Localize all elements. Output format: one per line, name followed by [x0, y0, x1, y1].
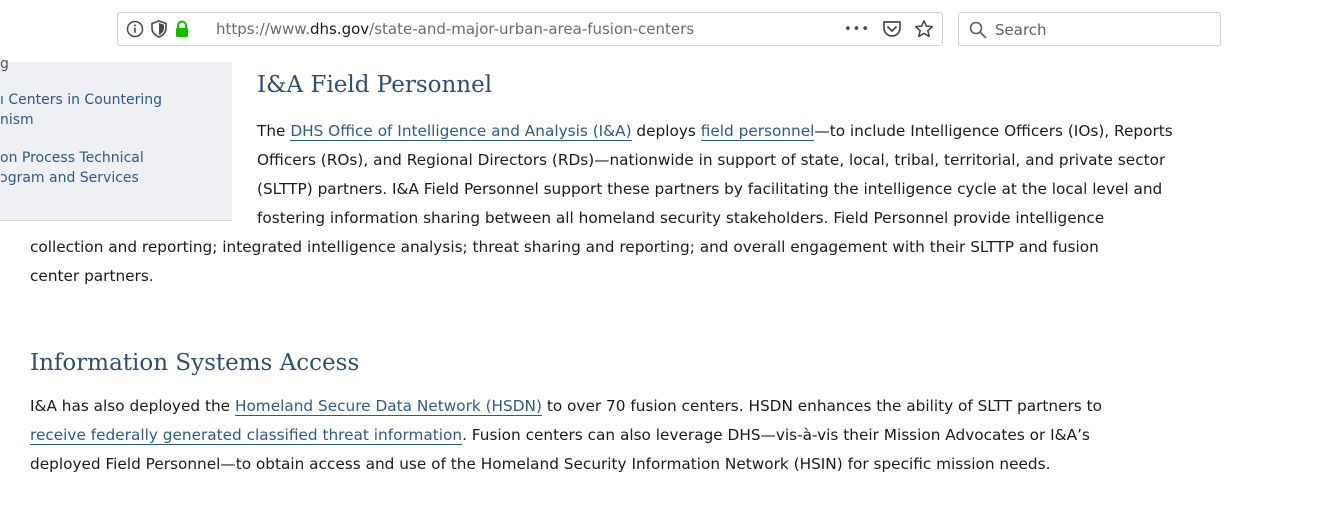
paragraph-line: fostering information sharing between al…: [257, 209, 1105, 227]
paragraph-line: collection and reporting; integrated int…: [30, 238, 1099, 256]
url-path: /state-and-major-urban-area-fusion-cente…: [369, 20, 695, 38]
sidebar-item-technical[interactable]: on Process Technical ɔgram and Services: [0, 148, 144, 188]
url-icons: [126, 19, 190, 39]
link-hsdn[interactable]: Homeland Secure Data Network (HSDN): [234, 397, 542, 416]
url-text[interactable]: https://www.dhs.gov/state-and-major-urba…: [216, 20, 694, 38]
text: The: [257, 122, 291, 140]
sidebar-item-line: ɔgram and Services: [0, 170, 139, 186]
secure-lock-icon[interactable]: [174, 20, 190, 38]
paragraph-line: deployed Field Personnel—to obtain acces…: [30, 455, 1051, 473]
sidebar-nav: g ı Centers in Countering nism on Proces…: [0, 56, 232, 221]
search-icon: [969, 21, 987, 43]
url-prefix: https://www.: [216, 20, 310, 38]
field-personnel-paragraph-bottom: collection and reporting; integrated int…: [30, 233, 1099, 291]
link-dhs-ia-office[interactable]: DHS Office of Intelligence and Analysis …: [290, 122, 632, 141]
paragraph-line: center partners.: [30, 267, 154, 285]
paragraph-line: I&A has also deployed the Homeland Secur…: [30, 392, 1102, 421]
page-actions-menu-icon[interactable]: •••: [844, 22, 870, 37]
information-systems-paragraph: I&A has also deployed the Homeland Secur…: [30, 392, 1102, 479]
sidebar-item-countering[interactable]: ı Centers in Countering nism: [0, 90, 162, 130]
section-title-information-systems: Information Systems Access: [30, 350, 360, 376]
link-classified-threat-information[interactable]: receive federally generated classified t…: [30, 426, 463, 445]
text: —to include Intelligence Officers (IOs),…: [814, 122, 1173, 140]
text: to over 70 fusion centers. HSDN enhances…: [541, 397, 1102, 415]
browser-toolbar: https://www.dhs.gov/state-and-major-urba…: [0, 0, 1327, 62]
text: . Fusion centers can also leverage DHS—v…: [462, 426, 1090, 444]
section-title-field-personnel: I&A Field Personnel: [257, 72, 493, 98]
bookmark-star-icon[interactable]: [914, 19, 934, 39]
pocket-icon[interactable]: [882, 20, 902, 38]
sidebar-top-fragment: g: [0, 56, 9, 72]
field-personnel-paragraph-top: The DHS Office of Intelligence and Analy…: [257, 117, 1173, 233]
search-bar[interactable]: Search: [958, 12, 1221, 46]
sidebar-item-line: ı Centers in Countering: [0, 92, 163, 108]
paragraph-line: The DHS Office of Intelligence and Analy…: [257, 117, 1173, 146]
info-icon[interactable]: [126, 20, 144, 38]
paragraph-line: (SLTTP) partners. I&A Field Personnel su…: [257, 180, 1163, 198]
text: deploys: [631, 122, 701, 140]
tracking-shield-icon[interactable]: [151, 20, 167, 38]
link-field-personnel[interactable]: field personnel: [700, 122, 815, 141]
url-domain: dhs.gov: [309, 20, 370, 38]
sidebar-item-line: on Process Technical: [0, 150, 144, 166]
paragraph-line: Officers (ROs), and Regional Directors (…: [257, 151, 1166, 169]
text: I&A has also deployed the: [30, 397, 235, 415]
search-placeholder: Search: [995, 21, 1047, 39]
url-actions: •••: [844, 18, 934, 40]
address-bar[interactable]: https://www.dhs.gov/state-and-major-urba…: [117, 12, 943, 46]
sidebar-item-line: nism: [0, 112, 34, 128]
paragraph-line: receive federally generated classified t…: [30, 421, 1102, 450]
